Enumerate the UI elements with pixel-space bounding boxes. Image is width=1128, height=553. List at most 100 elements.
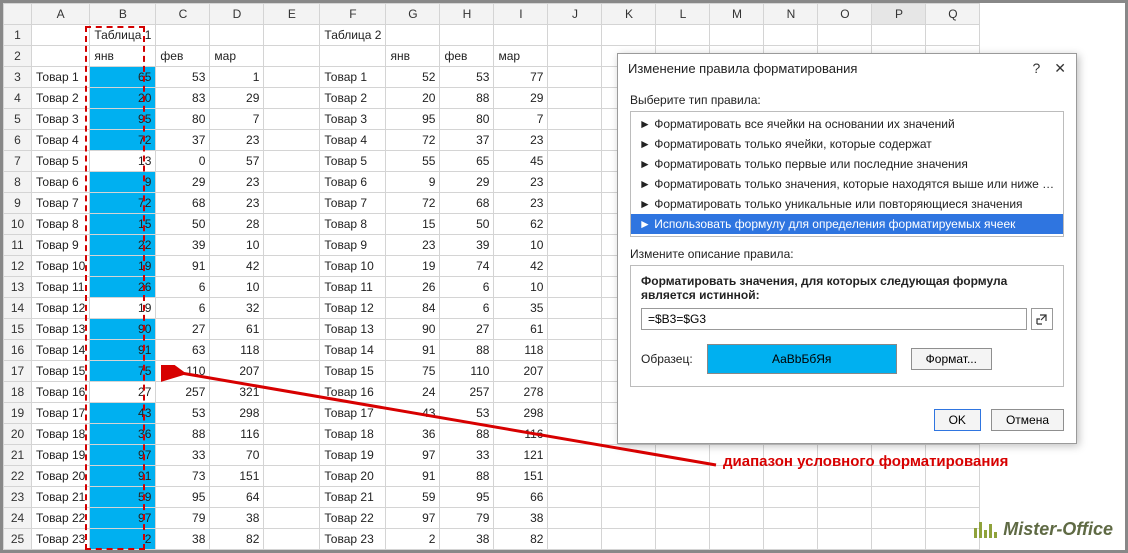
t1-name[interactable]: Товар 17 xyxy=(32,403,90,424)
cell[interactable] xyxy=(818,508,872,529)
col-header-F[interactable]: F xyxy=(320,4,386,25)
t2-name[interactable]: Товар 19 xyxy=(320,445,386,466)
row-header[interactable]: 24 xyxy=(4,508,32,529)
t2-mar[interactable]: 61 xyxy=(494,319,548,340)
row-header[interactable]: 3 xyxy=(4,67,32,88)
cancel-button[interactable]: Отмена xyxy=(991,409,1064,431)
t2-hdr-feb[interactable]: фев xyxy=(440,46,494,67)
row-header[interactable]: 22 xyxy=(4,466,32,487)
t2-feb[interactable]: 33 xyxy=(440,445,494,466)
cell[interactable] xyxy=(602,529,656,550)
t2-jan[interactable]: 95 xyxy=(386,109,440,130)
cell[interactable] xyxy=(264,235,320,256)
cell[interactable] xyxy=(264,214,320,235)
t1-jan[interactable]: 9 xyxy=(90,172,156,193)
t2-jan[interactable]: 36 xyxy=(386,424,440,445)
cell[interactable] xyxy=(548,319,602,340)
t2-name[interactable]: Товар 22 xyxy=(320,508,386,529)
cell[interactable] xyxy=(926,25,980,46)
t1-jan[interactable]: 15 xyxy=(90,214,156,235)
t2-hdr-mar[interactable]: мар xyxy=(494,46,548,67)
t2-feb[interactable]: 79 xyxy=(440,508,494,529)
cell[interactable] xyxy=(264,172,320,193)
t2-feb[interactable]: 53 xyxy=(440,67,494,88)
t2-jan[interactable]: 97 xyxy=(386,508,440,529)
cell[interactable] xyxy=(656,25,710,46)
t1-mar[interactable]: 10 xyxy=(210,277,264,298)
t1-feb[interactable]: 53 xyxy=(156,403,210,424)
t2-feb[interactable]: 65 xyxy=(440,151,494,172)
t1-jan[interactable]: 65 xyxy=(90,67,156,88)
cell[interactable] xyxy=(872,529,926,550)
cell[interactable] xyxy=(710,529,764,550)
t1-feb[interactable]: 6 xyxy=(156,298,210,319)
t1-feb[interactable]: 37 xyxy=(156,130,210,151)
t2-name[interactable]: Товар 2 xyxy=(320,88,386,109)
cell[interactable] xyxy=(264,130,320,151)
help-icon[interactable]: ? xyxy=(1032,60,1040,77)
cell[interactable] xyxy=(264,46,320,67)
col-header-Q[interactable]: Q xyxy=(926,4,980,25)
cell[interactable] xyxy=(764,487,818,508)
t2-name[interactable]: Товар 16 xyxy=(320,382,386,403)
cell[interactable] xyxy=(32,46,90,67)
t1-mar[interactable]: 38 xyxy=(210,508,264,529)
t2-mar[interactable]: 23 xyxy=(494,193,548,214)
t2-mar[interactable]: 121 xyxy=(494,445,548,466)
t1-feb[interactable]: 50 xyxy=(156,214,210,235)
t2-feb[interactable]: 257 xyxy=(440,382,494,403)
t2-feb[interactable]: 53 xyxy=(440,403,494,424)
cell[interactable] xyxy=(264,424,320,445)
t2-mar[interactable]: 207 xyxy=(494,361,548,382)
t2-mar[interactable]: 42 xyxy=(494,256,548,277)
t1-feb[interactable]: 91 xyxy=(156,256,210,277)
dialog-titlebar[interactable]: Изменение правила форматирования ? ✕ xyxy=(618,54,1076,83)
cell[interactable] xyxy=(548,466,602,487)
col-header-D[interactable]: D xyxy=(210,4,264,25)
cell[interactable] xyxy=(264,25,320,46)
t2-jan[interactable]: 90 xyxy=(386,319,440,340)
cell[interactable] xyxy=(602,466,656,487)
t2-mar[interactable]: 10 xyxy=(494,235,548,256)
t1-jan[interactable]: 90 xyxy=(90,319,156,340)
cell[interactable] xyxy=(926,487,980,508)
t2-name[interactable]: Товар 8 xyxy=(320,214,386,235)
t1-name[interactable]: Товар 18 xyxy=(32,424,90,445)
t1-mar[interactable]: 116 xyxy=(210,424,264,445)
t1-mar[interactable]: 57 xyxy=(210,151,264,172)
t2-jan[interactable]: 24 xyxy=(386,382,440,403)
t1-mar[interactable]: 207 xyxy=(210,361,264,382)
t2-jan[interactable]: 72 xyxy=(386,193,440,214)
t1-mar[interactable]: 118 xyxy=(210,340,264,361)
cell[interactable] xyxy=(264,361,320,382)
cell[interactable] xyxy=(156,25,210,46)
t1-feb[interactable]: 27 xyxy=(156,319,210,340)
cell[interactable] xyxy=(548,382,602,403)
t2-name[interactable]: Товар 3 xyxy=(320,109,386,130)
col-header-J[interactable]: J xyxy=(548,4,602,25)
cell[interactable] xyxy=(548,130,602,151)
t1-mar[interactable]: 29 xyxy=(210,88,264,109)
t1-jan[interactable]: 13 xyxy=(90,151,156,172)
t2-jan[interactable]: 55 xyxy=(386,151,440,172)
cell[interactable] xyxy=(656,466,710,487)
row-header[interactable]: 14 xyxy=(4,298,32,319)
close-icon[interactable]: ✕ xyxy=(1054,60,1066,77)
row-header[interactable]: 17 xyxy=(4,361,32,382)
t2-jan[interactable]: 91 xyxy=(386,340,440,361)
cell[interactable] xyxy=(264,529,320,550)
t1-jan[interactable]: 36 xyxy=(90,424,156,445)
cell[interactable] xyxy=(264,382,320,403)
col-header-P[interactable]: P xyxy=(872,4,926,25)
row-header[interactable]: 5 xyxy=(4,109,32,130)
t1-jan[interactable]: 2 xyxy=(90,529,156,550)
t2-feb[interactable]: 88 xyxy=(440,424,494,445)
t1-name[interactable]: Товар 11 xyxy=(32,277,90,298)
row-header[interactable]: 4 xyxy=(4,88,32,109)
select-all-corner[interactable] xyxy=(4,4,32,25)
row-header[interactable]: 18 xyxy=(4,382,32,403)
t2-jan[interactable]: 43 xyxy=(386,403,440,424)
cell[interactable] xyxy=(926,529,980,550)
cell[interactable] xyxy=(32,25,90,46)
t2-feb[interactable]: 74 xyxy=(440,256,494,277)
